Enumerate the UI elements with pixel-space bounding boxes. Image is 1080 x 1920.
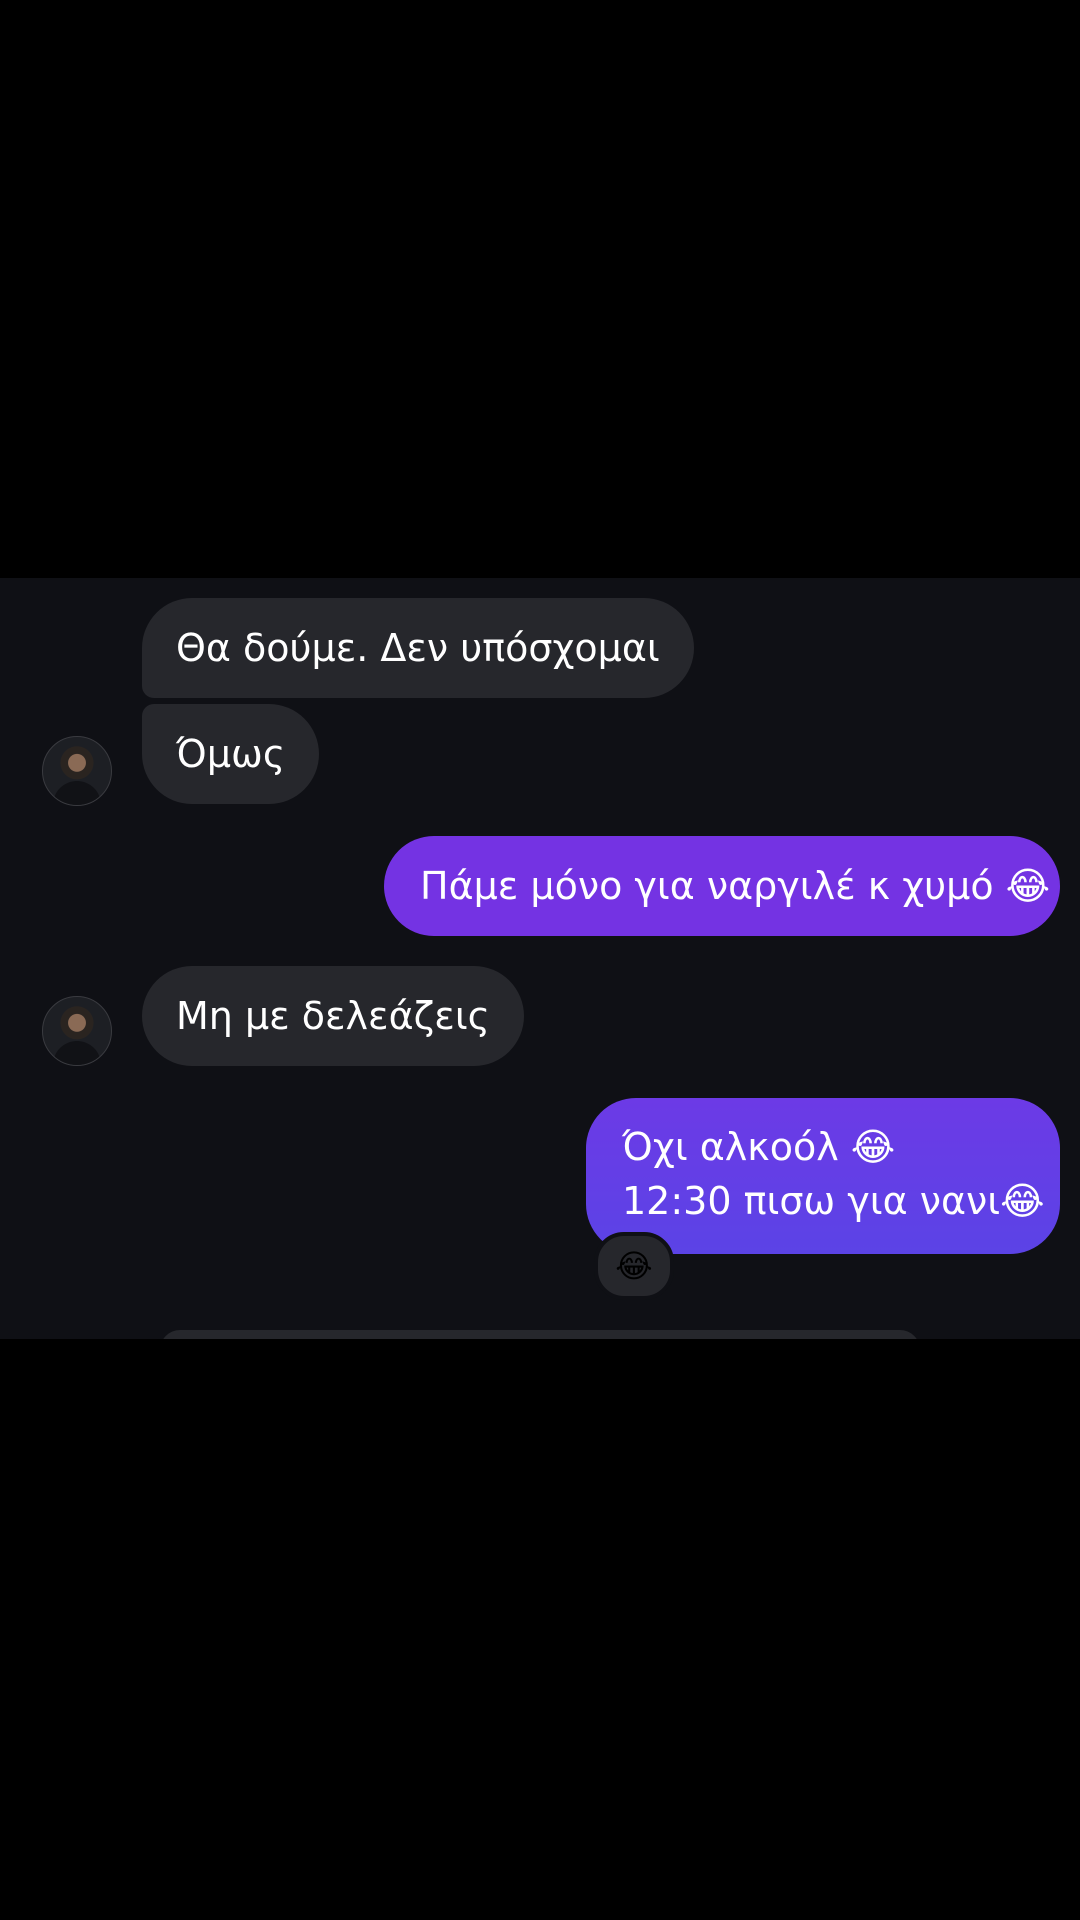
message-text: Μη με δελεάζεις xyxy=(176,994,490,1038)
reaction-badge[interactable]: 😂 xyxy=(594,1232,674,1300)
chat-thread: Θα δούμε. Δεν υπόσχομαι Όμως Πάμε μόνο γ… xyxy=(0,578,1080,1339)
contact-avatar[interactable] xyxy=(42,736,112,806)
message-text: Πάμε μόνο για ναργιλέ κ χυμό 😂 xyxy=(420,864,1051,908)
contact-avatar[interactable] xyxy=(42,996,112,1066)
incoming-message-bubble[interactable]: Μη με δελεάζεις xyxy=(142,966,524,1066)
message-text: Όμως xyxy=(176,732,286,776)
laughing-emoji-icon: 😂 xyxy=(615,1247,653,1285)
message-line: Όχι αλκοόλ 😂 xyxy=(622,1125,896,1169)
message-text: Θα δούμε. Δεν υπόσχομαι xyxy=(176,626,660,670)
incoming-message-bubble[interactable]: Θα δούμε. Δεν υπόσχομαι xyxy=(142,598,694,698)
outgoing-message-bubble[interactable]: Όχι αλκοόλ 😂 12:30 πισω για νανι😂 xyxy=(586,1098,1060,1254)
avatar-figure xyxy=(53,1041,101,1065)
message-line: 12:30 πισω για νανι😂 xyxy=(622,1179,1045,1223)
incoming-message-bubble-partial xyxy=(160,1330,920,1339)
avatar-figure xyxy=(53,781,101,805)
incoming-message-bubble[interactable]: Όμως xyxy=(142,704,320,804)
outgoing-message-bubble[interactable]: Πάμε μόνο για ναργιλέ κ χυμό 😂 xyxy=(384,836,1060,936)
